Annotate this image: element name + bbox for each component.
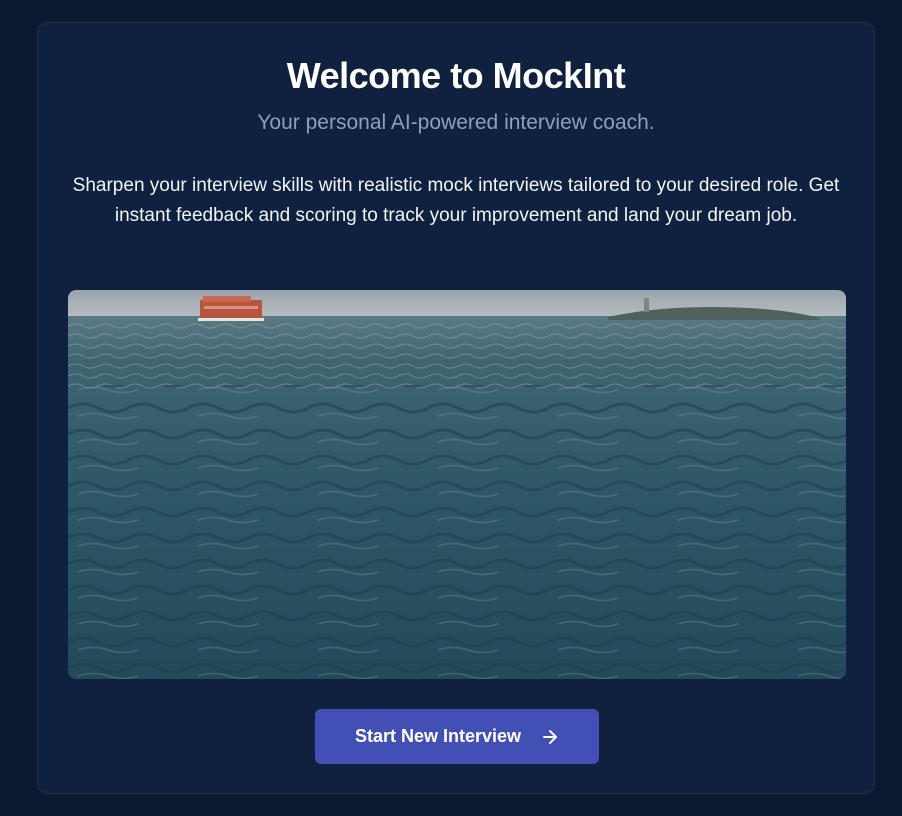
arrow-right-icon bbox=[541, 728, 559, 746]
page-subtitle: Your personal AI-powered interview coach… bbox=[257, 111, 655, 134]
start-button-label: Start New Interview bbox=[354, 726, 522, 746]
distant-statue bbox=[644, 298, 649, 312]
start-new-interview-button[interactable]: Start New Interview bbox=[315, 709, 599, 764]
page-title: Welcome to MockInt bbox=[286, 55, 626, 96]
welcome-card: Welcome to MockInt Your personal AI-powe… bbox=[37, 22, 875, 794]
intro-description: Sharpen your interview skills with reali… bbox=[72, 175, 840, 226]
hero-image bbox=[68, 290, 846, 679]
